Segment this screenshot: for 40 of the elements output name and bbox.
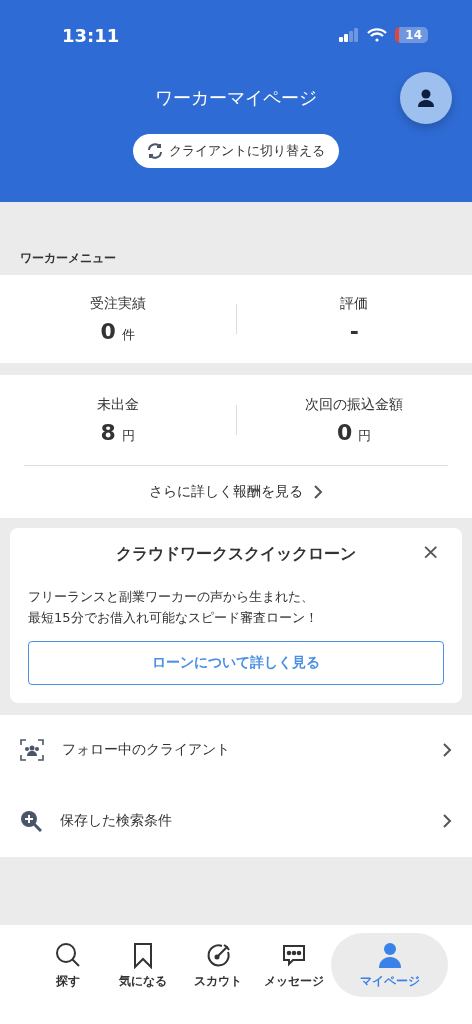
promo-text: フリーランスと副業ワーカーの声から生まれた、 (28, 588, 315, 606)
person-icon (416, 88, 436, 108)
chevron-icon (313, 484, 323, 500)
signal-icon (339, 28, 360, 42)
tab[interactable]: メッセージ (255, 933, 332, 997)
avatar-button[interactable] (400, 72, 452, 124)
stat-label: 未出金 (96, 395, 139, 414)
earnings-link[interactable]: さらに詳しく報酬を見る (0, 466, 472, 518)
zoom-in-icon (20, 810, 42, 833)
stat-unit: 円 (358, 426, 372, 445)
stat-value: - (349, 318, 359, 344)
stat-value: 0 (337, 419, 353, 445)
chevron-icon (442, 742, 452, 759)
chevron-icon (442, 813, 452, 830)
search-icon (53, 940, 82, 969)
battery-indicator: 14 (395, 27, 428, 43)
stat-label: 受注実績 (89, 294, 146, 313)
wifi-icon (367, 28, 388, 42)
refresh-icon (147, 143, 163, 159)
close-button[interactable]: × (415, 538, 446, 565)
stat-value: 8 (100, 419, 116, 445)
stat-unit: 円 (121, 426, 135, 445)
promo-text: 最短15分でお借入れ可能なスピード審査ローン！ (28, 608, 319, 627)
people-frame-icon (20, 739, 44, 762)
status-time: 13:11 (62, 24, 120, 46)
promo-title: クラウドワークスクイックローン (116, 544, 356, 565)
stat-value: 0 (100, 318, 116, 344)
stat-label: 次回の振込金額 (305, 395, 404, 414)
tab[interactable]: 気になる (105, 933, 181, 997)
menu-item[interactable]: 保存した検索条件 (0, 785, 472, 857)
section-title: ワーカーメニュー (19, 250, 117, 267)
stat-label: 評価 (340, 294, 369, 313)
stat-unit: 件 (121, 325, 135, 344)
menu-label: フォロー中のクライアント (62, 741, 231, 760)
menu-item[interactable]: フォロー中のクライアント (0, 714, 472, 786)
menu-label: 保存した検索条件 (60, 812, 173, 831)
tab[interactable]: 探す (30, 933, 106, 997)
switch-client-button[interactable]: クライアントに切り替える (133, 134, 339, 168)
tab[interactable]: スカウト (180, 933, 256, 997)
page-title: ワーカーマイページ (155, 86, 317, 110)
